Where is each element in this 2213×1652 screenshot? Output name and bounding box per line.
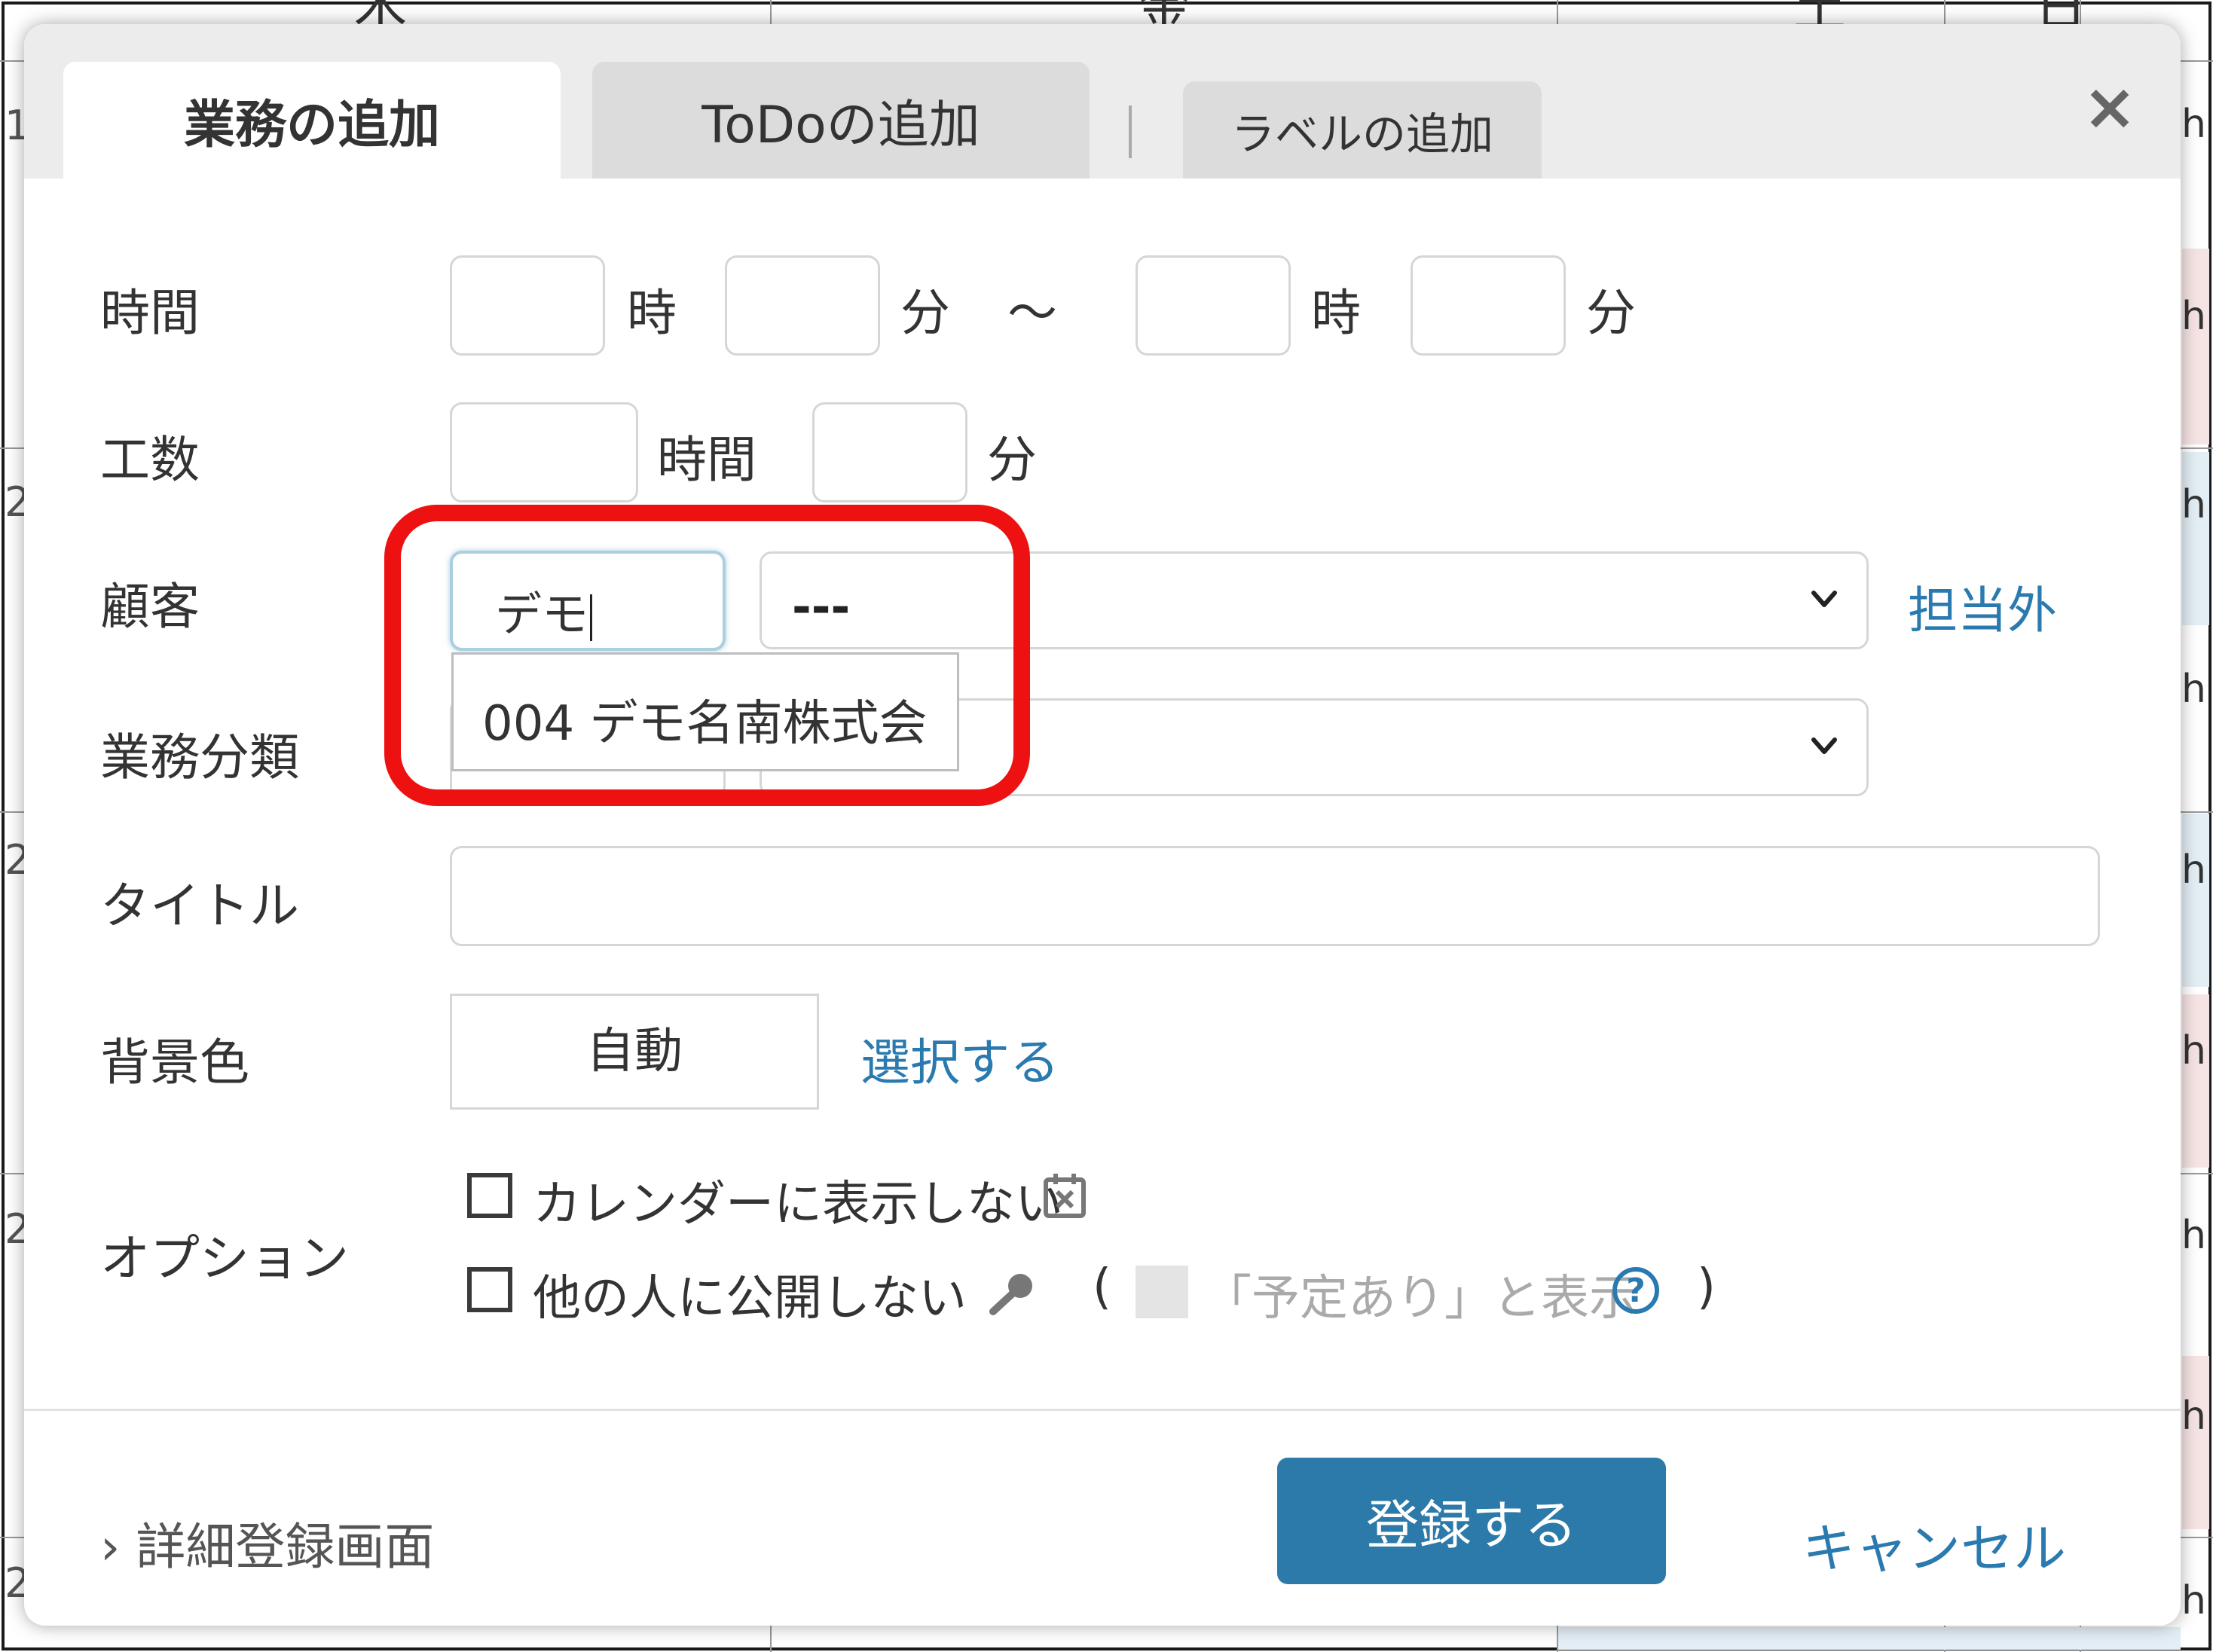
close-button[interactable]: × <box>2072 69 2147 145</box>
submit-button[interactable]: 登録する <box>1277 1458 1666 1584</box>
end-minute-input[interactable] <box>1411 255 1566 356</box>
tab-bar: 業務の追加 ToDoの追加 ラベルの追加 × <box>24 24 2181 179</box>
minute-unit: 分 <box>1586 284 1636 342</box>
help-icon[interactable]: ? <box>1612 1267 1659 1314</box>
add-task-dialog: 業務の追加 ToDoの追加 ラベルの追加 × 時間 時 分 ～ 時 分 工数 時… <box>24 24 2181 1626</box>
select-color-link[interactable]: 選択する <box>860 1022 1059 1095</box>
paren-close: ) <box>1697 1260 1716 1315</box>
title-input[interactable] <box>450 846 2100 946</box>
options-label: オプション <box>100 1229 349 1287</box>
chevron-down-icon <box>1811 591 1837 607</box>
chevron-down-icon <box>1811 737 1837 754</box>
end-hour-input[interactable] <box>1136 255 1291 356</box>
customer-label: 顧客 <box>100 578 200 636</box>
calendar-cell-blue <box>1558 1627 2181 1650</box>
tab-add-task[interactable]: 業務の追加 <box>63 62 561 179</box>
chevron-right-icon: › <box>100 1518 121 1576</box>
calendar-x-icon <box>1044 1174 1086 1218</box>
category-label: 業務分類 <box>100 728 299 786</box>
red-highlight-box <box>384 505 1030 806</box>
tab-separator <box>1129 105 1132 158</box>
calendar-cell-pink <box>2182 249 2209 444</box>
bg-color-label: 背景色 <box>100 1034 249 1092</box>
hour-mark: h <box>2181 847 2206 893</box>
effort-label: 工数 <box>100 431 200 489</box>
calendar-cell-blue <box>2182 814 2209 987</box>
paren-open: ( <box>1093 1260 1111 1315</box>
start-hour-input[interactable] <box>450 255 605 356</box>
cancel-button[interactable]: キャンセル <box>1802 1507 2066 1583</box>
calendar-cell-blue <box>2182 452 2209 625</box>
effort-hours-input[interactable] <box>450 402 638 502</box>
hour-mark: h <box>2181 1578 2206 1623</box>
detail-register-link[interactable]: › 詳細登録画面 <box>100 1507 434 1579</box>
effort-minutes-input[interactable] <box>812 402 967 502</box>
calendar-cell-pink <box>2182 1356 2209 1529</box>
hour-unit: 時 <box>1311 284 1361 342</box>
hide-calendar-text: カレンダーに表示しない <box>533 1177 1063 1232</box>
out-of-charge-link[interactable]: 担当外 <box>1908 570 2057 643</box>
hour-mark: h <box>2181 294 2206 339</box>
time-label: 時間 <box>100 284 200 342</box>
hour-mark: h <box>2181 102 2206 147</box>
effort-hours-unit: 時間 <box>657 431 757 489</box>
calendar-cell-pink <box>2182 994 2209 1168</box>
hide-calendar-checkbox[interactable] <box>467 1173 512 1218</box>
title-label: タイトル <box>100 877 299 935</box>
detail-register-label: 詳細登録画面 <box>136 1518 435 1576</box>
hour-mark: h <box>2181 1213 2206 1258</box>
start-minute-input[interactable] <box>725 255 880 356</box>
show-busy-text: 「予定あり」と表示 <box>1203 1271 1637 1327</box>
private-text: 他の人に公開しない <box>533 1271 967 1327</box>
hour-unit: 時 <box>627 284 677 342</box>
hour-mark: h <box>2181 482 2206 527</box>
hour-mark: h <box>2181 1394 2206 1439</box>
bg-color-preview[interactable]: 自動 <box>450 994 819 1110</box>
hour-mark: h <box>2181 667 2206 712</box>
show-busy-toggle[interactable] <box>1136 1266 1188 1318</box>
key-icon <box>989 1274 1032 1315</box>
footer-divider <box>24 1409 2181 1411</box>
tab-add-label[interactable]: ラベルの追加 <box>1183 81 1542 179</box>
effort-minutes-unit: 分 <box>987 431 1037 489</box>
private-checkbox[interactable] <box>467 1267 512 1312</box>
tab-add-todo[interactable]: ToDoの追加 <box>592 62 1090 179</box>
hour-mark: h <box>2181 1028 2206 1073</box>
time-range-tilde: ～ <box>1007 284 1057 342</box>
minute-unit: 分 <box>900 284 950 342</box>
